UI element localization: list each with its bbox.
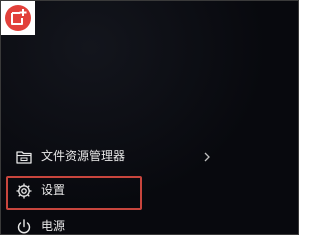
start-menu: 文件资源管理器 设置 电源 [0,0,299,235]
menu-item-power[interactable]: 电源 [1,211,231,234]
gear-icon [15,182,33,200]
chevron-right-icon[interactable] [202,149,212,163]
menu-item-label: 设置 [41,183,66,197]
menu-item-label: 文件资源管理器 [41,149,126,163]
menu-item-settings[interactable]: 设置 [1,175,231,205]
folder-icon [15,148,33,166]
menu-item-file-explorer[interactable]: 文件资源管理器 [1,141,231,171]
sticky-note-logo-icon [1,1,35,35]
menu-item-label: 电源 [41,219,66,233]
power-icon [15,218,33,234]
